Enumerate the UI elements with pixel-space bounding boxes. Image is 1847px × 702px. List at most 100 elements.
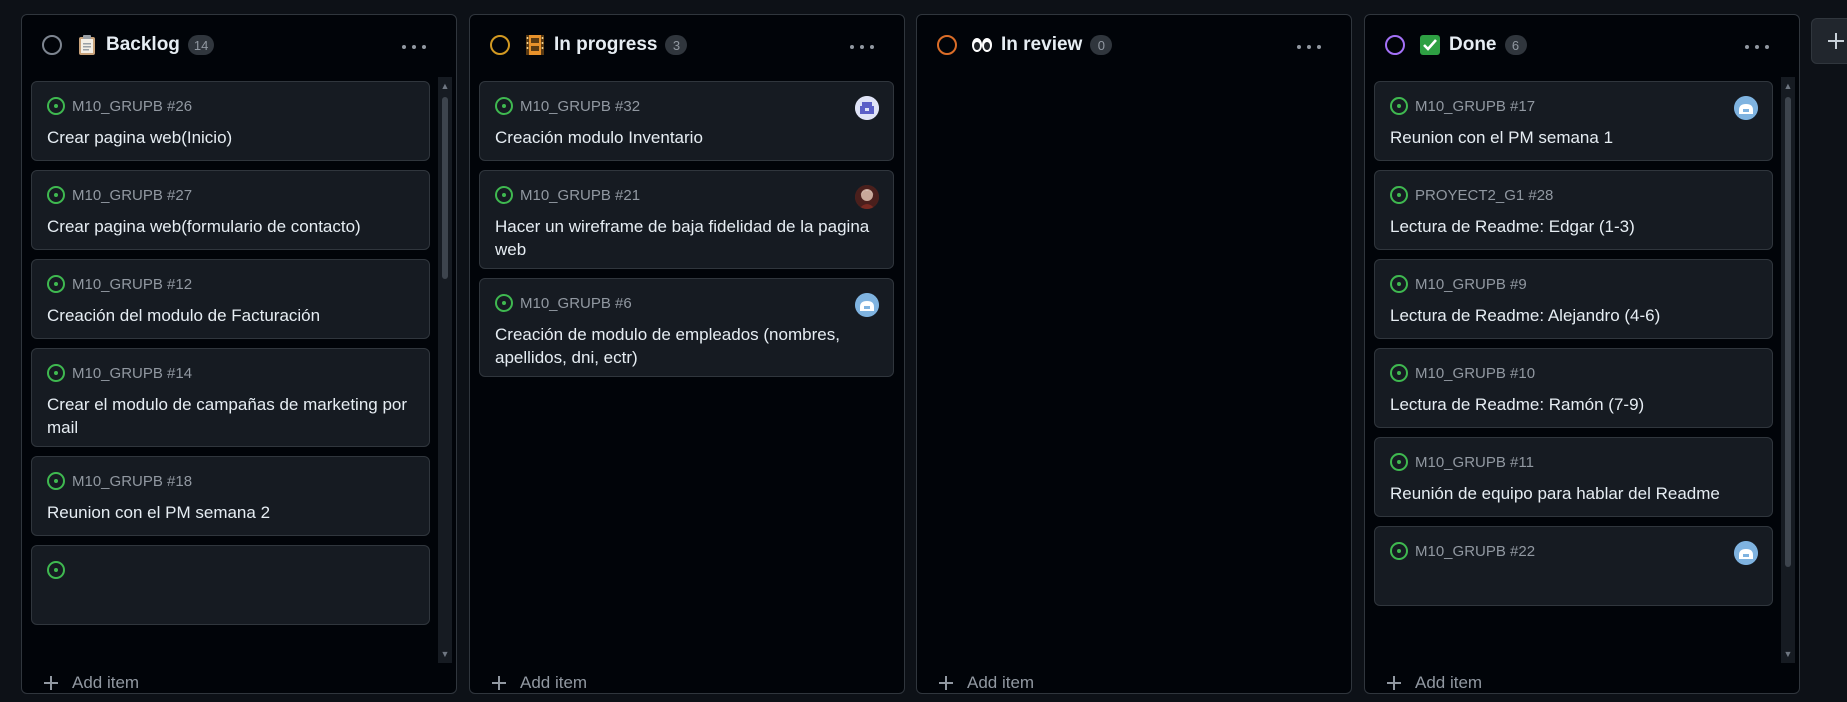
issue-card[interactable]: M10_GRUPB #27 Crear pagina web(formulari…	[31, 170, 430, 250]
item-count-badge: 3	[665, 35, 688, 55]
issue-title[interactable]: Lectura de Readme: Ramón (7-9)	[1390, 393, 1757, 416]
issue-title[interactable]: Reunion con el PM semana 2	[47, 501, 414, 524]
column-options-icon[interactable]	[1297, 43, 1321, 51]
issue-reference[interactable]: M10_GRUPB #32	[520, 98, 640, 115]
assignee-avatar[interactable]	[855, 293, 879, 317]
issue-card[interactable]: M10_GRUPB #18 Reunion con el PM semana 2	[31, 456, 430, 536]
open-issue-icon	[47, 186, 65, 204]
card-list: M10_GRUPB #32 Creación modulo Inventario…	[479, 81, 894, 661]
issue-card[interactable]: M10_GRUPB #11 Reunión de equipo para hab…	[1374, 437, 1773, 517]
column-header: Backlog 14	[22, 15, 456, 75]
scroll-thumb[interactable]	[1785, 97, 1791, 567]
issue-card[interactable]	[31, 545, 430, 625]
scroll-down-icon[interactable]: ▼	[438, 647, 452, 661]
card-list: M10_GRUPB #26 Crear pagina web(Inicio) M…	[31, 81, 430, 661]
scroll-up-icon[interactable]: ▲	[1781, 79, 1795, 93]
open-issue-icon	[47, 561, 65, 579]
issue-card[interactable]: PROYECT2_G1 #28 Lectura de Readme: Edgar…	[1374, 170, 1773, 250]
issue-card[interactable]: M10_GRUPB #17 Reunion con el PM semana 1	[1374, 81, 1773, 161]
open-issue-icon	[47, 275, 65, 293]
issue-card[interactable]: M10_GRUPB #32 Creación modulo Inventario	[479, 81, 894, 161]
column-options-icon[interactable]	[850, 43, 874, 51]
issue-card[interactable]: M10_GRUPB #14 Crear el modulo de campaña…	[31, 348, 430, 447]
status-circle-icon	[937, 35, 957, 55]
column-options-icon[interactable]	[1745, 43, 1769, 51]
card-list: M10_GRUPB #17 Reunion con el PM semana 1…	[1374, 81, 1773, 661]
scroll-up-icon[interactable]: ▲	[438, 79, 452, 93]
open-issue-icon	[1390, 275, 1408, 293]
column-options-icon[interactable]	[402, 43, 426, 51]
issue-title[interactable]: Crear el modulo de campañas de marketing…	[47, 393, 414, 439]
column-title: Backlog	[106, 34, 180, 55]
issue-title[interactable]: Lectura de Readme: Alejandro (4-6)	[1390, 304, 1757, 327]
issue-reference[interactable]: M10_GRUPB #14	[72, 365, 192, 382]
film-frames-icon	[524, 34, 546, 56]
issue-title[interactable]: Hacer un wireframe de baja fidelidad de …	[495, 215, 878, 261]
open-issue-icon	[495, 186, 513, 204]
add-item-label: Add item	[520, 673, 588, 692]
issue-card[interactable]: M10_GRUPB #12 Creación del modulo de Fac…	[31, 259, 430, 339]
issue-reference[interactable]: M10_GRUPB #17	[1415, 98, 1535, 115]
issue-card[interactable]: M10_GRUPB #26 Crear pagina web(Inicio)	[31, 81, 430, 161]
plus-icon	[939, 676, 953, 690]
add-item-button[interactable]: Add item	[44, 671, 140, 693]
scrollbar[interactable]: ▲ ▼	[438, 77, 452, 663]
eyes-icon	[971, 34, 993, 56]
issue-reference[interactable]: M10_GRUPB #26	[72, 98, 192, 115]
open-issue-icon	[1390, 97, 1408, 115]
open-issue-icon	[47, 97, 65, 115]
issue-card[interactable]: M10_GRUPB #9 Lectura de Readme: Alejandr…	[1374, 259, 1773, 339]
add-item-button[interactable]: Add item	[939, 671, 1034, 693]
issue-title[interactable]: Reunión de equipo para hablar del Readme	[1390, 482, 1757, 505]
add-column-button[interactable]	[1811, 18, 1847, 64]
issue-reference[interactable]: M10_GRUPB #10	[1415, 365, 1535, 382]
assignee-avatar[interactable]	[1734, 541, 1758, 565]
column-header: In progress 3	[470, 15, 904, 75]
issue-title[interactable]: Creación de modulo de empleados (nombres…	[495, 323, 878, 369]
issue-reference[interactable]: M10_GRUPB #12	[72, 276, 192, 293]
scroll-thumb[interactable]	[442, 97, 448, 279]
open-issue-icon	[1390, 186, 1408, 204]
column-title: Done	[1449, 34, 1497, 55]
assignee-avatar[interactable]	[855, 96, 879, 120]
issue-reference[interactable]: M10_GRUPB #22	[1415, 543, 1535, 560]
issue-title[interactable]: Crear pagina web(formulario de contacto)	[47, 215, 414, 238]
open-issue-icon	[495, 97, 513, 115]
add-item-label: Add item	[72, 673, 140, 692]
plus-icon	[1387, 676, 1401, 690]
scroll-down-icon[interactable]: ▼	[1781, 647, 1795, 661]
column-header: Done 6	[1365, 15, 1799, 75]
add-item-button[interactable]: Add item	[492, 671, 588, 693]
issue-card[interactable]: M10_GRUPB #10 Lectura de Readme: Ramón (…	[1374, 348, 1773, 428]
add-item-button[interactable]: Add item	[1387, 671, 1483, 693]
plus-icon	[44, 676, 58, 690]
column-title: In progress	[554, 34, 658, 55]
open-issue-icon	[47, 472, 65, 490]
plus-icon	[1826, 31, 1846, 51]
issue-title[interactable]: Reunion con el PM semana 1	[1390, 126, 1757, 149]
status-circle-icon	[490, 35, 510, 55]
status-circle-icon	[42, 35, 62, 55]
issue-title[interactable]: Creación modulo Inventario	[495, 126, 878, 149]
issue-title[interactable]: Crear pagina web(Inicio)	[47, 126, 414, 149]
issue-card[interactable]: M10_GRUPB #22	[1374, 526, 1773, 606]
item-count-badge: 0	[1090, 35, 1113, 55]
issue-card[interactable]: M10_GRUPB #6 Creación de modulo de emple…	[479, 278, 894, 377]
item-count-badge: 6	[1504, 35, 1527, 55]
issue-reference[interactable]: M10_GRUPB #11	[1415, 454, 1534, 471]
issue-reference[interactable]: M10_GRUPB #21	[520, 187, 640, 204]
column-title: In review	[1001, 34, 1083, 55]
add-item-label: Add item	[1415, 673, 1483, 692]
issue-title[interactable]: Creación del modulo de Facturación	[47, 304, 414, 327]
issue-reference[interactable]: M10_GRUPB #6	[520, 295, 632, 312]
issue-reference[interactable]: M10_GRUPB #18	[72, 473, 192, 490]
issue-card[interactable]: M10_GRUPB #21 Hacer un wireframe de baja…	[479, 170, 894, 269]
issue-reference[interactable]: M10_GRUPB #27	[72, 187, 192, 204]
issue-reference[interactable]: PROYECT2_G1 #28	[1415, 187, 1553, 204]
issue-title[interactable]: Lectura de Readme: Edgar (1-3)	[1390, 215, 1757, 238]
assignee-avatar[interactable]	[1734, 96, 1758, 120]
scrollbar[interactable]: ▲ ▼	[1781, 77, 1795, 663]
column-in-review: In review 0 Add item	[916, 14, 1352, 694]
assignee-avatar[interactable]	[855, 185, 879, 209]
issue-reference[interactable]: M10_GRUPB #9	[1415, 276, 1527, 293]
